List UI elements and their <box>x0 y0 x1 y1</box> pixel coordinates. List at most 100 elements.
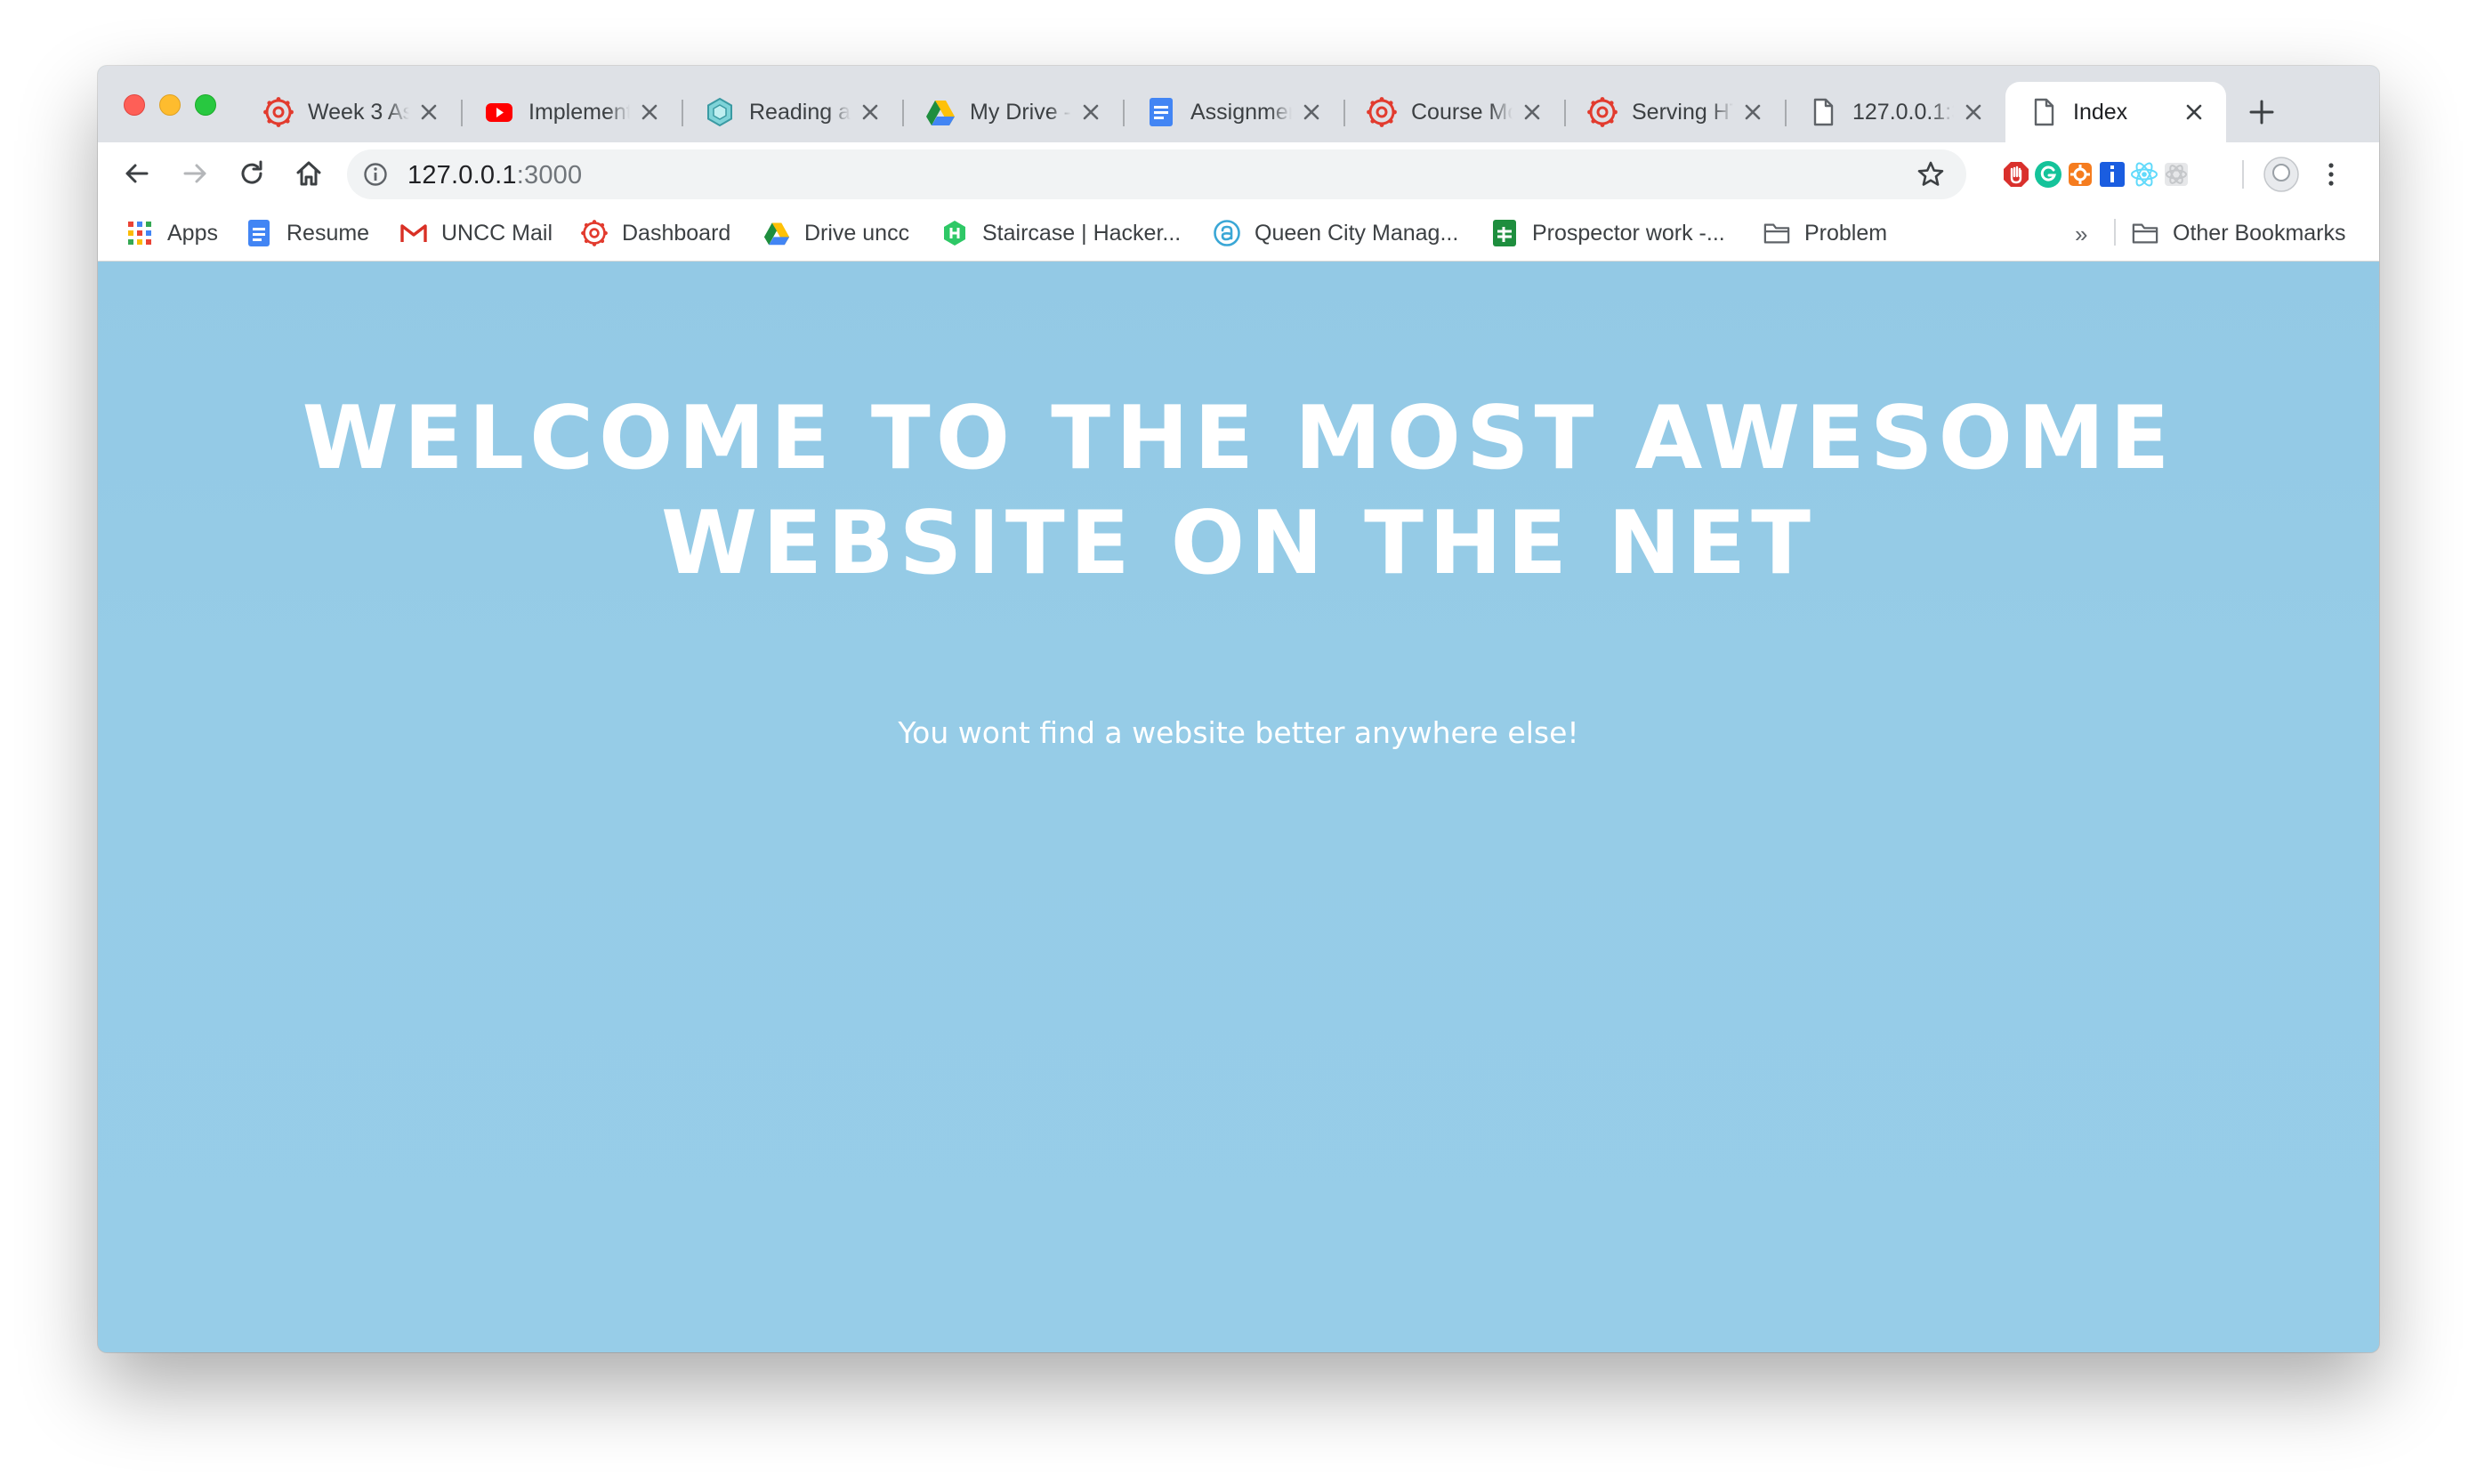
canvas-icon <box>1367 97 1397 127</box>
close-tab-icon[interactable] <box>1520 100 1545 125</box>
tab-reading-and[interactable]: Reading and <box>682 82 902 142</box>
tab-my-drive[interactable]: My Drive - Google <box>902 82 1123 142</box>
hexagon-icon <box>705 97 735 127</box>
bookmarks-separator <box>2114 219 2116 246</box>
tab-title: Course Modules <box>1411 99 1513 125</box>
url-port: :3000 <box>516 161 583 190</box>
bookmark-uncc-mail[interactable]: UNCC Mail <box>400 217 553 249</box>
minimize-window-button[interactable] <box>159 94 181 116</box>
tab-title: Week 3 Assignment <box>308 99 409 125</box>
hackerrank-icon <box>941 220 968 246</box>
tab-localhost[interactable]: 127.0.0.1:3000 <box>1785 82 2005 142</box>
close-tab-icon[interactable] <box>858 100 883 125</box>
close-tab-icon[interactable] <box>1740 100 1765 125</box>
react-devtools-icon[interactable] <box>2130 160 2158 189</box>
close-tab-icon[interactable] <box>416 100 441 125</box>
disabled-extension-icon[interactable] <box>2162 160 2191 189</box>
appfolio-icon <box>1214 220 1240 246</box>
tab-implementing[interactable]: Implementing <box>461 82 682 142</box>
info-extension-icon[interactable] <box>2098 160 2126 189</box>
bookmarks-overflow-button[interactable]: » <box>2075 221 2087 248</box>
google-drive-icon <box>763 220 790 246</box>
bookmark-staircase-hackerrank[interactable]: Staircase | Hacker... <box>941 217 1181 249</box>
bookmark-label: Prospector work -... <box>1532 220 1725 246</box>
hero-title-line: WEBSITE ON THE NET <box>661 493 1816 594</box>
browser-menu-button[interactable] <box>2317 160 2345 189</box>
tab-strip: Week 3 Assignment Implementing Reading a… <box>98 66 2379 142</box>
other-bookmarks-folder[interactable]: Other Bookmarks <box>2132 217 2346 249</box>
adblock-extension-icon[interactable] <box>2002 160 2030 189</box>
google-drive-icon <box>925 97 956 127</box>
canvas-icon <box>1587 97 1618 127</box>
tab-title: Serving HTML <box>1632 99 1733 125</box>
tab-title: Reading and <box>749 99 851 125</box>
google-docs-icon <box>1146 97 1176 127</box>
tab-week-3-assignment[interactable]: Week 3 Assignment <box>240 82 461 142</box>
hero-title-line: WELCOME TO THE MOST AWESOME <box>302 388 2175 489</box>
bookmark-prospector-work[interactable]: Prospector work -... <box>1491 217 1725 249</box>
browser-toolbar: 127.0.0.1:3000 <box>98 142 2379 205</box>
bookmark-drive-uncc[interactable]: Drive uncc <box>763 217 909 249</box>
bookmark-label: Apps <box>167 220 218 246</box>
close-tab-icon[interactable] <box>1299 100 1324 125</box>
tab-title: Index <box>2073 99 2128 125</box>
address-bar[interactable]: 127.0.0.1:3000 <box>347 149 1966 199</box>
url-text[interactable]: 127.0.0.1:3000 <box>407 161 582 190</box>
close-tab-icon[interactable] <box>1078 100 1103 125</box>
kebab-menu-icon <box>2328 163 2334 186</box>
bookmark-apps[interactable]: Apps <box>126 217 218 249</box>
maximize-window-button[interactable] <box>195 94 216 116</box>
arrow-right-icon <box>183 164 206 183</box>
grammarly-extension-icon[interactable] <box>2034 160 2062 189</box>
bookmark-label: Staircase | Hacker... <box>982 220 1182 246</box>
bookmark-label: Drive uncc <box>804 220 910 246</box>
tab-course-modules[interactable]: Course Modules <box>1343 82 1564 142</box>
forward-button[interactable] <box>177 156 213 191</box>
document-icon <box>1808 97 1838 127</box>
document-icon <box>2029 97 2059 127</box>
home-icon <box>296 161 321 186</box>
toolbar-separator <box>2242 160 2244 189</box>
google-sheets-icon <box>1491 220 1518 246</box>
tab-index[interactable]: Index <box>2005 82 2226 142</box>
bookmark-label: Resume <box>286 220 370 246</box>
bookmark-dashboard[interactable]: Dashboard <box>581 217 730 249</box>
tab-title: 127.0.0.1:3000 <box>1852 99 1954 125</box>
bookmark-queen-city-management[interactable]: Queen City Manag... <box>1214 217 1458 249</box>
close-tab-icon[interactable] <box>1961 100 1986 125</box>
tab-assignment[interactable]: Assignment <box>1123 82 1343 142</box>
profile-avatar[interactable] <box>2263 157 2299 192</box>
youtube-icon <box>484 97 514 127</box>
reload-button[interactable] <box>234 156 270 191</box>
avatar-icon <box>2263 157 2299 192</box>
close-tab-icon[interactable] <box>2182 100 2207 125</box>
bookmark-problem-folder[interactable]: Problem <box>1763 217 1887 249</box>
bookmark-label: Problem <box>1804 220 1888 246</box>
google-docs-icon <box>246 220 272 246</box>
bookmark-resume[interactable]: Resume <box>246 217 369 249</box>
bookmark-label: Queen City Manag... <box>1255 220 1459 246</box>
honey-extension-icon[interactable] <box>2066 160 2094 189</box>
canvas-icon <box>581 220 608 246</box>
tab-title: My Drive - Google <box>970 99 1071 125</box>
gmail-icon <box>400 220 427 246</box>
bookmark-label: Other Bookmarks <box>2173 220 2346 246</box>
folder-icon <box>2132 220 2158 246</box>
hero-subtitle: You wont find a website better anywhere … <box>898 715 1579 750</box>
close-tab-icon[interactable] <box>637 100 662 125</box>
folder-icon <box>1763 220 1790 246</box>
tab-serving-html[interactable]: Serving HTML <box>1564 82 1785 142</box>
arrow-left-icon <box>125 164 149 183</box>
hero-title: WELCOME TO THE MOST AWESOME WEBSITE ON T… <box>98 386 2379 596</box>
page-content: WELCOME TO THE MOST AWESOME WEBSITE ON T… <box>98 262 2379 1352</box>
tab-title: Implementing <box>528 99 630 125</box>
apps-grid-icon <box>126 220 153 246</box>
reload-icon <box>241 160 262 184</box>
bookmark-label: UNCC Mail <box>441 220 553 246</box>
close-window-button[interactable] <box>124 94 145 116</box>
new-tab-button[interactable] <box>2242 93 2281 132</box>
bookmark-star-icon[interactable] <box>1916 160 1945 189</box>
home-button[interactable] <box>291 156 327 191</box>
info-icon[interactable] <box>363 162 388 187</box>
back-button[interactable] <box>119 156 155 191</box>
